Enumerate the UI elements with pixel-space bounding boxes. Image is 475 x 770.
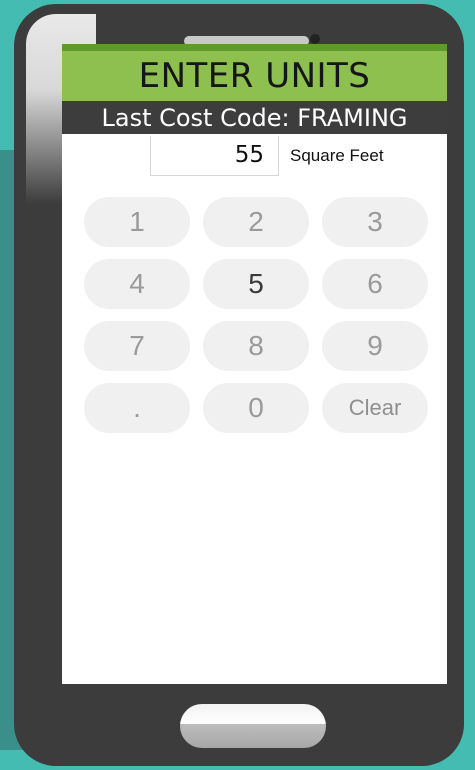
phone-frame: ENTER UNITS Last Cost Code: FRAMING 55 S… — [14, 4, 464, 766]
key-7-button[interactable]: 7 — [84, 321, 190, 371]
key-9-button[interactable]: 9 — [322, 321, 428, 371]
key-1-button[interactable]: 1 — [84, 197, 190, 247]
key-2-button[interactable]: 2 — [203, 197, 309, 247]
header-bar: ENTER UNITS — [62, 51, 447, 101]
key-8-button[interactable]: 8 — [203, 321, 309, 371]
key-6-button[interactable]: 6 — [322, 259, 428, 309]
key-5-button[interactable]: 5 — [203, 259, 309, 309]
page-title: ENTER UNITS — [138, 56, 371, 96]
key-3-button[interactable]: 3 — [322, 197, 428, 247]
top-accent-bar — [62, 44, 447, 51]
cost-code-bar: Last Cost Code: FRAMING — [62, 101, 447, 134]
phone-screen: ENTER UNITS Last Cost Code: FRAMING 55 S… — [62, 44, 447, 684]
key-0-button[interactable]: 0 — [203, 383, 309, 433]
home-button[interactable] — [180, 704, 326, 748]
units-input[interactable]: 55 — [150, 136, 279, 176]
unit-label: Square Feet — [290, 146, 384, 165]
key-decimal-button[interactable]: . — [84, 383, 190, 433]
number-keypad: 1 2 3 4 5 6 7 8 9 . 0 Clear — [84, 197, 429, 433]
key-4-button[interactable]: 4 — [84, 259, 190, 309]
camera-icon — [310, 34, 320, 44]
clear-button[interactable]: Clear — [322, 383, 428, 433]
last-cost-code-text: Last Cost Code: FRAMING — [101, 103, 408, 132]
